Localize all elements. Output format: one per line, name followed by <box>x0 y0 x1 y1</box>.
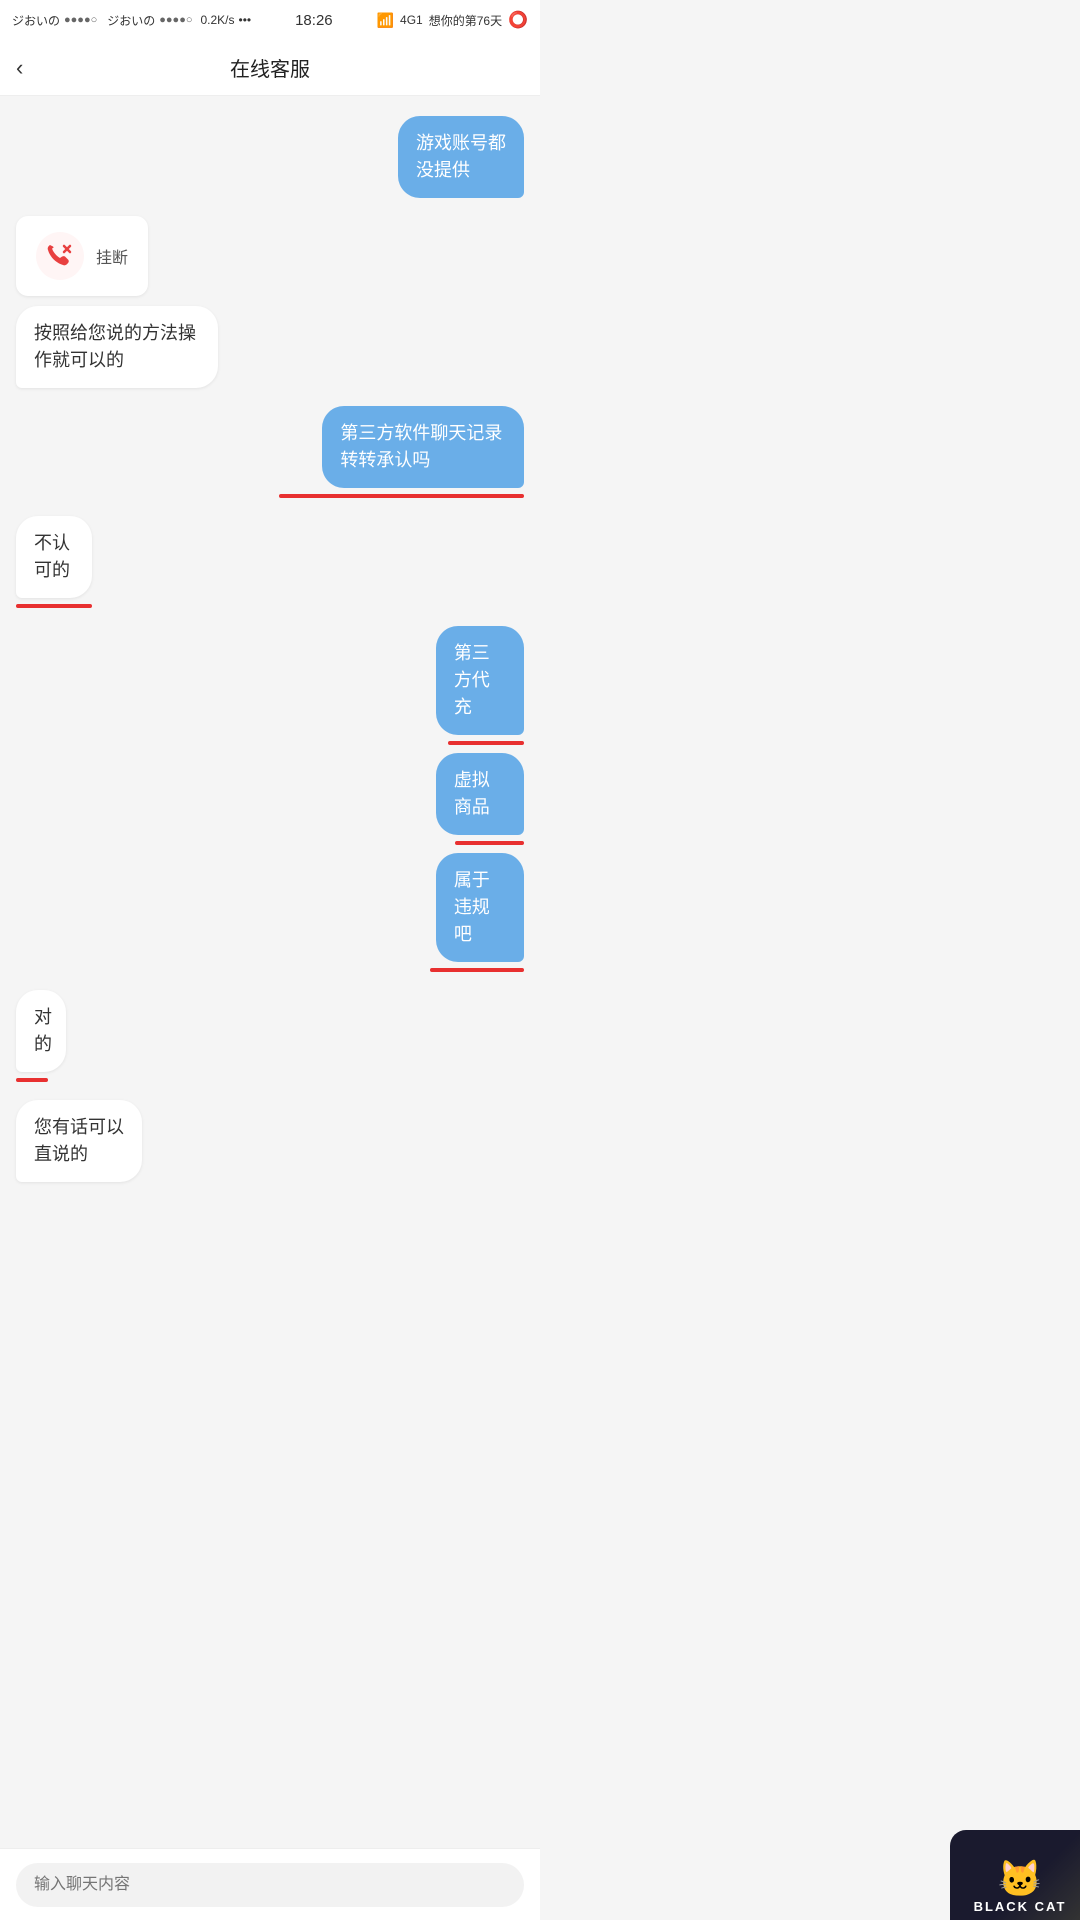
watermark: 🐱 BLACK CAT <box>960 1840 1080 1920</box>
call-card: 挂断 <box>16 216 148 296</box>
page-title: 在线客服 <box>230 53 310 82</box>
hangup-icon <box>36 232 84 280</box>
bubble-text: 对的 <box>34 1007 52 1054</box>
bubble-text: 游戏账号都没提供 <box>416 133 506 180</box>
message-row: 您有话可以直说的 <box>16 1100 524 1182</box>
user-bubble: 虚拟商品 <box>436 753 524 835</box>
agent-bubble: 您有话可以直说的 <box>16 1100 142 1182</box>
user-bubble: 第三方软件聊天记录转转承认吗 <box>322 406 524 488</box>
annotation-line <box>16 604 92 608</box>
greeting-label: 想你的第76天 <box>429 12 502 29</box>
chat-input[interactable] <box>16 1863 524 1907</box>
agent-message-block: 挂断 按照给您说的方法操作就可以的 <box>16 216 304 388</box>
carrier2-label: ジおいの <box>107 12 155 29</box>
signal-dots1: ●●●●○ <box>64 14 97 26</box>
user-bubble: 属于违规吧 <box>436 853 524 962</box>
status-bar: ジおいの ●●●●○ ジおいの ●●●●○ 0.2K/s ••• 18:26 📶… <box>0 0 540 40</box>
agent-bubble: 按照给您说的方法操作就可以的 <box>16 306 218 388</box>
annotation-line <box>448 741 524 745</box>
hangup-label: 挂断 <box>96 244 128 268</box>
message-row: 不认可的 <box>16 516 524 608</box>
user-bubble: 第三方代充 <box>436 626 524 735</box>
network-label: 4G1 <box>400 13 423 27</box>
status-left: ジおいの ●●●●○ ジおいの ●●●●○ 0.2K/s ••• <box>12 12 251 29</box>
annotation-line <box>455 841 524 845</box>
annotation-line <box>430 968 525 972</box>
carrier1-label: ジおいの <box>12 12 60 29</box>
message-row: 挂断 按照给您说的方法操作就可以的 <box>16 216 524 388</box>
status-time: 18:26 <box>295 12 333 29</box>
agent-message-block: 您有话可以直说的 <box>16 1100 196 1182</box>
bubble-text: 属于违规吧 <box>454 870 490 944</box>
bubble-text: 不认可的 <box>34 533 70 580</box>
user-bubble: 游戏账号都没提供 <box>398 116 524 198</box>
user-message-block: 第三方软件聊天记录转转承认吗 <box>236 406 524 498</box>
app-header: ‹ 在线客服 <box>0 40 540 96</box>
watermark-label: BLACK CAT <box>974 1899 1067 1914</box>
agent-bubble: 对的 <box>16 990 66 1072</box>
signal-icon: 📶 <box>377 12 394 29</box>
watermark-background <box>950 1830 1080 1920</box>
battery-icon: ⭕ <box>508 10 528 30</box>
bubble-text: 您有话可以直说的 <box>34 1117 124 1164</box>
agent-message-block: 不认可的 <box>16 516 124 608</box>
message-row: 对的 <box>16 990 524 1082</box>
input-bar <box>0 1848 540 1920</box>
misc-dots: ••• <box>239 13 252 27</box>
user-message-block: 游戏账号都没提供 <box>344 116 524 198</box>
signal-dots2: ●●●●○ <box>159 14 192 26</box>
annotation-line <box>279 494 524 498</box>
annotation-line <box>16 1078 48 1082</box>
chat-area: 游戏账号都没提供 挂断 按照给您说的方法操作就可以的 <box>0 96 540 1280</box>
status-right: 📶 4G1 想你的第76天 ⭕ <box>377 10 528 30</box>
message-row: 游戏账号都没提供 <box>16 116 524 198</box>
bubble-text: 第三方软件聊天记录转转承认吗 <box>340 423 502 470</box>
speed-label: 0.2K/s <box>201 13 235 27</box>
agent-message-block: 对的 <box>16 990 88 1082</box>
message-row: 第三方代充 虚拟商品 属于违规吧 <box>16 626 524 972</box>
bubble-text: 虚拟商品 <box>454 770 490 817</box>
cat-icon: 🐱 <box>998 1861 1043 1897</box>
agent-bubble: 不认可的 <box>16 516 92 598</box>
back-button[interactable]: ‹ <box>16 55 23 81</box>
bubble-text: 按照给您说的方法操作就可以的 <box>34 323 196 370</box>
user-message-block: 第三方代充 虚拟商品 属于违规吧 <box>398 626 524 972</box>
message-row: 第三方软件聊天记录转转承认吗 <box>16 406 524 498</box>
bubble-text: 第三方代充 <box>454 643 490 717</box>
